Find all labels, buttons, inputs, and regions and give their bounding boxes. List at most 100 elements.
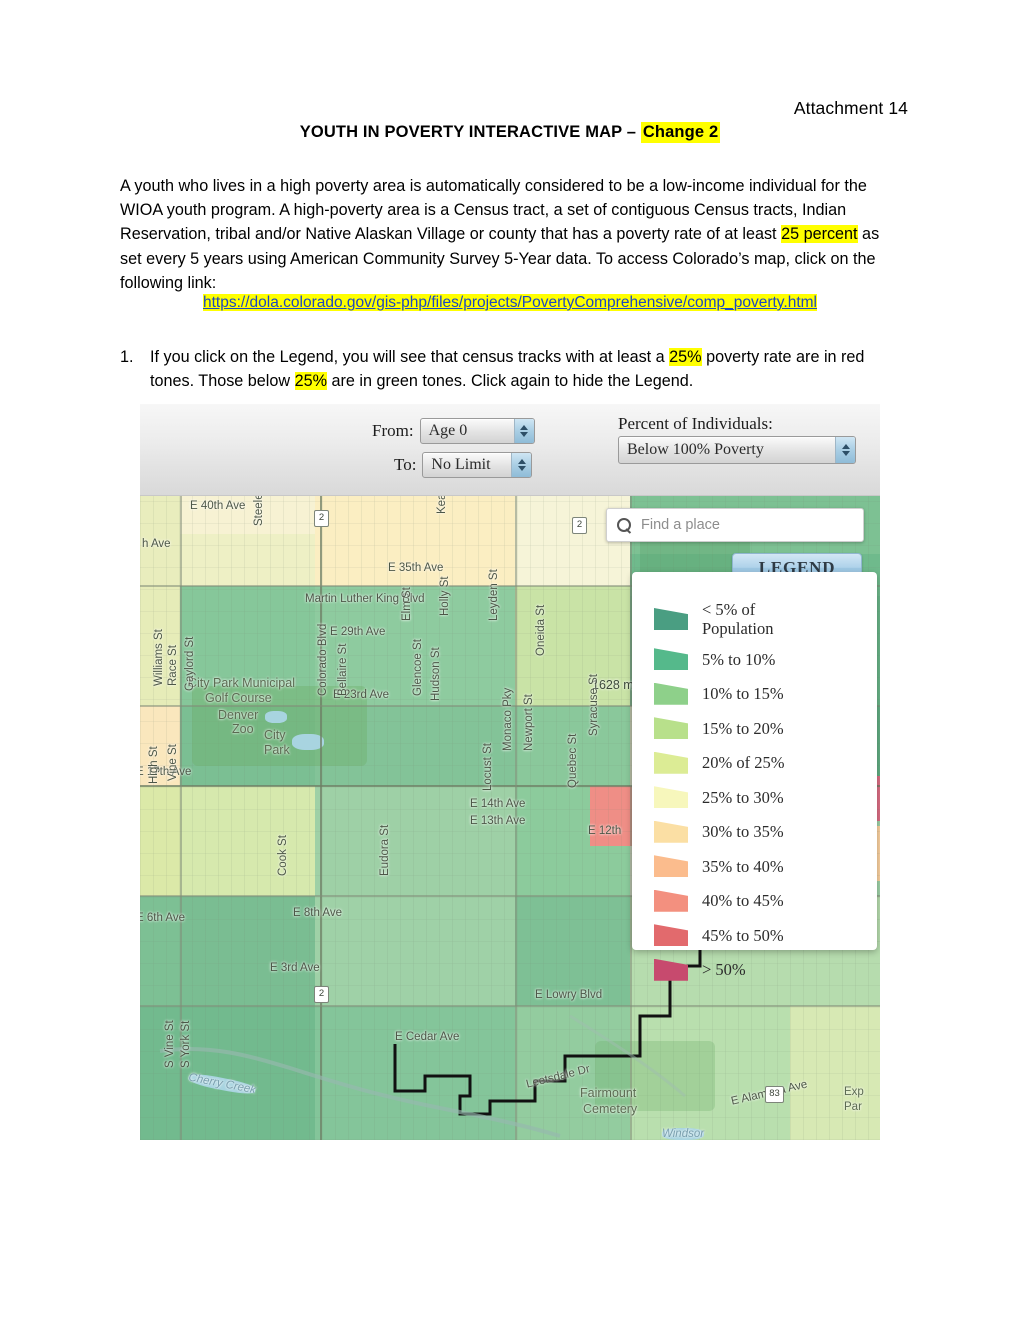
list-text-a: If you click on the Legend, you will see… [150,348,670,366]
list-number: 1. [120,348,134,366]
label-exp-par: Exp [844,1086,864,1098]
legend-label-9: 45% to 50% [702,925,784,945]
legend-panel: < 5% of Population 5% to 10% 10% to 15% 1… [632,572,877,981]
page-title-text: YOUTH IN POVERTY INTERACTIVE MAP – [299,123,641,141]
label-golf-course-line2: Golf Course [205,691,272,705]
label-williams-st: Williams St [153,629,165,686]
legend-item: 25% to 30% [632,780,877,815]
search-place-input[interactable]: Find a place [606,508,864,542]
intro-paragraph: A youth who lives in a high poverty area… [120,174,892,295]
to-age-spinner-icon[interactable] [511,453,532,477]
poverty-level-select[interactable]: Below 100% Poverty [618,436,856,464]
legend-item: 30% to 35% [632,815,877,850]
label-high-st: High St [148,746,160,784]
page-title: YOUTH IN POVERTY INTERACTIVE MAP – Chang… [0,122,1020,143]
legend-item: 5% to 10% [632,642,877,677]
label-syracuse-st: Syracuse St [588,674,600,736]
legend-swatch-2 [654,682,688,705]
label-e-6th-ave: E 6th Ave [140,912,186,924]
label-denver-zoo: Denver [218,708,259,722]
poverty-level-spinner-icon[interactable] [835,437,855,463]
label-quebec-st: Quebec St [567,733,579,788]
label-monaco-pky: Monaco Pky [502,687,514,751]
label-e-cedar-ave: E Cedar Ave [395,1031,460,1043]
label-newport-st: Newport St [523,694,535,751]
label-cook-st: Cook St [277,835,289,876]
to-control-row: To: No Limit [394,452,533,478]
label-leyden-st: Leyden St [488,569,500,621]
percent-control-row: Below 100% Poverty [618,436,856,464]
list-item-text: If you click on the Legend, you will see… [150,345,896,393]
label-hudson-st: Hudson St [430,647,442,701]
from-age-spinner-icon[interactable] [513,419,534,443]
label-city-park-line2: Park [264,743,290,757]
legend-label-7: 35% to 40% [702,856,784,876]
label-e-35th-ave: E 35th Ave [388,562,444,574]
label-exp-par2: Par [844,1101,862,1113]
list-highlight-1: 25% [669,348,702,366]
legend-swatch-7 [654,855,688,878]
label-e-29th-ave: E 29th Ave [330,626,386,638]
legend-swatch-0 [654,608,688,630]
legend-label-10: > 50% [702,960,746,980]
choropleth-map[interactable]: E 40th Ave E 35th Ave Martin Luther King… [140,496,880,1140]
legend-swatch-8 [654,889,688,912]
from-age-select[interactable]: Age 0 [419,418,535,444]
label-oneida-st: Oneida St [535,604,547,656]
label-vine-st: Vine St [167,744,179,781]
label-windsor: Windsor [662,1128,705,1140]
label-race-st: Race St [167,645,179,686]
legend-item: 45% to 50% [632,918,877,953]
map-application-screenshot: From: Age 0 To: No Limit Percent of Indi… [140,404,880,1140]
label-e-40th-ave: E 40th Ave [190,500,246,512]
legend-item: 40% to 45% [632,884,877,919]
label-city-park: City [264,728,286,742]
legend-label-5: 25% to 30% [702,787,784,807]
label-s-vine-st: S Vine St [164,1020,176,1068]
legend-item: < 5% of Population [632,596,877,642]
legend-label-8: 40% to 45% [702,891,784,911]
from-control-row: From: Age 0 [372,418,535,444]
search-icon [617,517,632,533]
label-glencoe-st: Glencoe St [412,639,424,696]
highway-shield-top: 2 [572,517,587,534]
label-cemetery: Cemetery [583,1102,638,1116]
to-age-select[interactable]: No Limit [422,452,533,478]
label-elm-st: Elm St [401,587,413,621]
intro-paragraph-part1: A youth who lives in a high poverty area… [120,177,867,244]
label-fairmount: Fairmount [580,1086,637,1100]
intro-paragraph-highlight: 25 percent [781,225,858,244]
to-age-value: No Limit [431,456,491,473]
attachment-label: Attachment 14 [793,98,908,118]
poverty-level-value: Below 100% Poverty [627,441,764,458]
label-eudora-st: Eudora St [379,824,391,876]
instruction-list-item: 1. If you click on the Legend, you will … [120,345,896,393]
highway-shield-2-north: 2 [314,510,329,527]
legend-swatch-10 [654,958,688,981]
label-e-12th: E 12th [588,825,622,837]
label-zoo-line2: Zoo [232,722,254,736]
legend-swatch-3 [654,717,688,740]
label-e-3rd-ave: E 3rd Ave [270,962,320,974]
legend-label-0: < 5% of Population [702,600,774,638]
document-page: Attachment 14 YOUTH IN POVERTY INTERACTI… [0,0,1020,1320]
label-bellaire-st: Bellaire St [337,643,349,696]
page-title-highlight: Change 2 [640,122,721,143]
list-highlight-2: 25% [294,372,327,391]
legend-item: > 50% [632,953,877,988]
legend-swatch-6 [654,820,688,843]
search-placeholder: Find a place [641,517,720,533]
legend-swatch-5 [654,786,688,809]
legend-label-3: 15% to 20% [702,718,784,738]
highway-shield-2-south: 2 [314,986,329,1003]
list-text-c: are in green tones. Click again to hide … [327,372,694,391]
highway-shield-83: 83 [765,1086,784,1103]
legend-item: 20% of 25% [632,746,877,781]
label-locust-st: Locust St [482,743,494,791]
map-toolbar: From: Age 0 To: No Limit Percent of Indi… [140,404,880,496]
label-gaylord-st: Gaylord St [184,636,196,691]
map-url-link[interactable]: https://dola.colorado.gov/gis-php/files/… [203,294,817,311]
from-label: From: [372,421,414,440]
legend-swatch-4 [654,751,688,774]
legend-label-6: 30% to 35% [702,822,784,842]
